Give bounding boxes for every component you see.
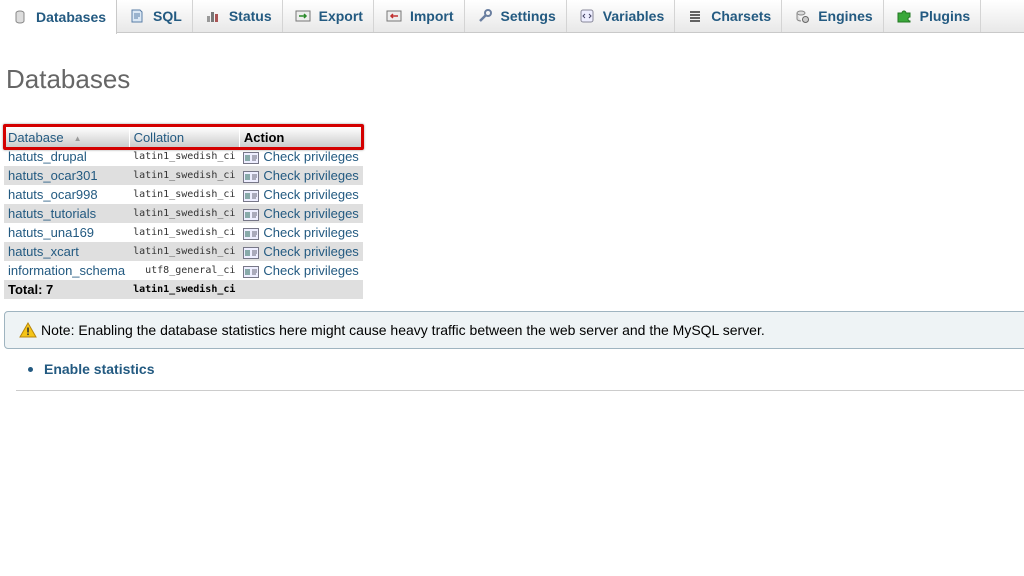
warning-icon	[19, 322, 37, 338]
tab-label: Charsets	[711, 8, 772, 24]
database-name-link[interactable]: hatuts_una169	[4, 223, 130, 242]
statistics-actions: Enable statistics	[28, 361, 155, 377]
tab-label: Export	[318, 8, 363, 24]
collation-cell: latin1_swedish_ci	[129, 147, 240, 166]
column-header-label: Collation	[133, 129, 185, 145]
collation-cell: utf8_general_ci	[129, 261, 240, 280]
wrench-icon	[477, 8, 493, 24]
collation-cell: latin1_swedish_ci	[129, 242, 240, 261]
table-row: hatuts_xcart latin1_swedish_ci Check pri…	[4, 242, 363, 261]
database-name-link[interactable]: hatuts_drupal	[4, 147, 130, 166]
database-name-link[interactable]: information_schema	[4, 261, 130, 280]
action-label: Check privileges	[263, 187, 359, 202]
tab-label: Settings	[500, 8, 556, 24]
action-column-header: Action	[239, 127, 364, 147]
charsets-icon	[687, 8, 703, 24]
tab-engines[interactable]: Engines	[782, 0, 884, 32]
database-name-link[interactable]: hatuts_tutorials	[4, 204, 130, 223]
collation-column-header[interactable]: Collation	[129, 127, 240, 147]
export-icon	[295, 8, 311, 24]
import-icon	[386, 8, 402, 24]
privileges-icon	[243, 189, 260, 202]
collation-cell: latin1_swedish_ci	[129, 185, 240, 204]
database-column-header[interactable]: Database ▲	[4, 127, 130, 147]
check-privileges-link[interactable]: Check privileges	[239, 242, 363, 261]
tab-label: Status	[228, 8, 272, 24]
column-header-label: Database	[8, 129, 64, 145]
collation-cell: latin1_swedish_ci	[129, 166, 240, 185]
bullet-icon	[28, 366, 33, 372]
action-label: Check privileges	[263, 149, 359, 164]
enable-statistics-link[interactable]: Enable statistics	[44, 361, 155, 377]
collation-cell: latin1_swedish_ci	[129, 223, 240, 242]
database-name-link[interactable]: hatuts_ocar301	[4, 166, 130, 185]
privileges-icon	[243, 151, 260, 164]
total-action-cell	[239, 280, 363, 299]
check-privileges-link[interactable]: Check privileges	[239, 204, 363, 223]
table-row: hatuts_drupal latin1_swedish_ci Check pr…	[4, 147, 363, 166]
table-header-row: Database ▲ Collation Action	[4, 127, 364, 147]
variables-icon	[579, 8, 595, 24]
check-privileges-link[interactable]: Check privileges	[239, 166, 363, 185]
action-label: Check privileges	[263, 168, 359, 183]
status-icon	[205, 8, 221, 24]
divider	[16, 390, 1024, 391]
table-row: hatuts_tutorials latin1_swedish_ci Check…	[4, 204, 363, 223]
statistics-notice: Note: Enabling the database statistics h…	[4, 311, 1024, 349]
main-tab-bar: Databases SQL Status Export Import Setti…	[0, 0, 1024, 34]
tab-export[interactable]: Export	[283, 0, 374, 32]
engines-icon	[794, 8, 810, 24]
tab-charsets[interactable]: Charsets	[675, 0, 783, 32]
databases-table: Database ▲ Collation Action hatuts_drupal…	[4, 127, 364, 299]
table-row: hatuts_una169 latin1_swedish_ci Check pr…	[4, 223, 363, 242]
collation-cell: latin1_swedish_ci	[129, 204, 240, 223]
table-row: hatuts_ocar301 latin1_swedish_ci Check p…	[4, 166, 363, 185]
table-total-row: Total: 7 latin1_swedish_ci	[4, 280, 363, 299]
sort-ascending-icon: ▲	[73, 133, 82, 143]
total-collation: latin1_swedish_ci	[129, 280, 240, 299]
tab-status[interactable]: Status	[193, 0, 283, 32]
tab-label: Databases	[36, 9, 107, 25]
action-label: Check privileges	[263, 244, 359, 259]
tab-databases[interactable]: Databases	[0, 0, 118, 34]
list-item: Enable statistics	[28, 361, 155, 377]
sql-icon	[129, 8, 145, 24]
tab-label: Plugins	[919, 8, 971, 24]
privileges-icon	[243, 170, 260, 183]
privileges-icon	[243, 208, 260, 221]
check-privileges-link[interactable]: Check privileges	[239, 223, 363, 242]
action-label: Check privileges	[263, 225, 359, 240]
puzzle-icon	[896, 8, 912, 24]
total-label: Total: 7	[4, 280, 130, 299]
check-privileges-link[interactable]: Check privileges	[239, 261, 363, 280]
tab-sql[interactable]: SQL	[117, 0, 193, 32]
action-label: Check privileges	[263, 263, 359, 278]
tab-label: Variables	[602, 8, 665, 24]
tab-label: Engines	[818, 8, 873, 24]
privileges-icon	[243, 246, 260, 259]
privileges-icon	[243, 265, 260, 278]
check-privileges-link[interactable]: Check privileges	[239, 185, 363, 204]
tab-variables[interactable]: Variables	[567, 0, 676, 32]
page-title: Databases	[6, 64, 131, 94]
tab-plugins[interactable]: Plugins	[884, 0, 982, 32]
action-label: Check privileges	[263, 206, 359, 221]
table-row: hatuts_ocar998 latin1_swedish_ci Check p…	[4, 185, 363, 204]
privileges-icon	[243, 227, 260, 240]
column-header-label: Action	[243, 129, 285, 145]
database-icon	[12, 9, 28, 25]
database-name-link[interactable]: hatuts_ocar998	[4, 185, 130, 204]
notice-text: Note: Enabling the database statistics h…	[41, 322, 765, 338]
database-name-link[interactable]: hatuts_xcart	[4, 242, 130, 261]
tab-label: Import	[409, 8, 454, 24]
check-privileges-link[interactable]: Check privileges	[239, 147, 363, 166]
tab-settings[interactable]: Settings	[465, 0, 567, 32]
tab-label: SQL	[153, 8, 182, 24]
tab-import[interactable]: Import	[374, 0, 465, 32]
table-row: information_schema utf8_general_ci Check…	[4, 261, 363, 280]
